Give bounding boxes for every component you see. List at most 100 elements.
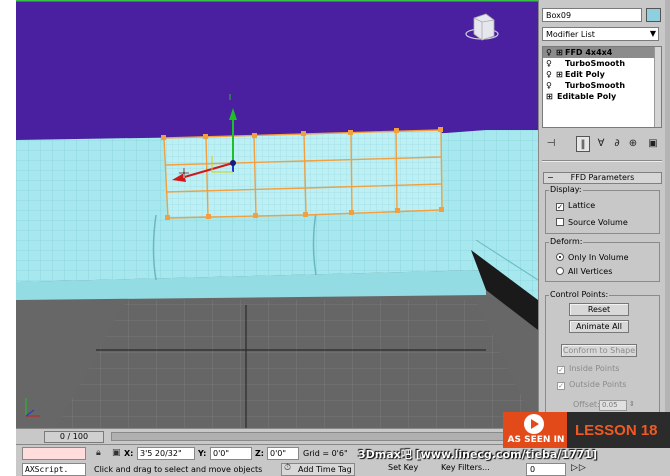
object-color-swatch[interactable] (646, 8, 661, 22)
viewport-scene[interactable] (16, 0, 538, 428)
as-seen-in-label: AS SEEN IN (507, 435, 565, 445)
expand-icon[interactable]: ⊞ (556, 47, 563, 58)
panel-scroll-gutter[interactable] (665, 0, 670, 428)
spinner-arrows-icon[interactable]: ⇕ (629, 400, 635, 408)
back-cushion-2 (304, 130, 442, 215)
divider (542, 160, 662, 162)
z-label: Z: (255, 449, 264, 458)
deform-group-title: Deform: (549, 237, 584, 246)
rollout-title: FFD Parameters (570, 173, 635, 182)
playback-controls[interactable]: ▷▷ (571, 463, 587, 473)
perspective-viewport[interactable] (16, 0, 538, 428)
set-key-button[interactable]: Set Key (388, 463, 418, 472)
remove-modifier-icon[interactable]: ∂ (610, 136, 624, 152)
expand-icon[interactable]: ⊞ (556, 69, 563, 80)
grid-size-readout: Grid = 0'6" (303, 449, 348, 458)
stack-item-label: Editable Poly (557, 92, 617, 101)
inside-points-label: Inside Points (569, 364, 620, 373)
stack-item[interactable]: ♀ TurboSmooth (543, 80, 661, 91)
stack-item[interactable]: ♀ ⊞ FFD 4x4x4 (543, 47, 661, 58)
checkbox-icon (556, 218, 564, 226)
next-frame-icon[interactable]: ▷ (579, 463, 587, 473)
outside-points-checkbox[interactable]: ✓ Outside Points (557, 379, 626, 391)
checkbox-checked-icon: ✓ (557, 382, 565, 390)
time-slider[interactable]: 0 / 100 (44, 431, 104, 443)
time-bar: 0 / 100 (16, 428, 538, 444)
lightbulb-toggle-icon[interactable]: ♀ (546, 69, 552, 80)
lattice-checkbox[interactable]: ✓ Lattice (556, 200, 595, 212)
lightbulb-toggle-icon[interactable]: ♀ (546, 47, 552, 58)
key-filters-button[interactable]: Key Filters... (441, 463, 490, 472)
floor-grid (56, 300, 536, 428)
modifier-stack[interactable]: ♀ ⊞ FFD 4x4x4 ♀ TurboSmooth ♀ ⊞ Edit Poly ♀ Turbo… (542, 46, 662, 128)
source-volume-checkbox[interactable]: Source Volume (556, 217, 628, 229)
watermark-text: 3Dmax吧 [www.linecg.com/tieba/1771] (358, 448, 597, 461)
stack-item[interactable]: ♀ TurboSmooth (543, 58, 661, 69)
collapse-icon: − (547, 173, 554, 182)
stack-item-label: TurboSmooth (565, 81, 626, 90)
stack-scrollbar[interactable] (654, 47, 661, 127)
display-group: Display: ✓ Lattice Source Volume (545, 185, 660, 234)
expand-icon[interactable]: ⊞ (546, 91, 553, 102)
make-unique-icon[interactable]: ∀ (594, 136, 608, 152)
modifier-sets-icon[interactable]: ▣ (646, 136, 660, 152)
maxscript-mini-listener[interactable]: AXScript. (22, 463, 86, 476)
z-coordinate-field[interactable]: 0'0" (267, 447, 299, 460)
modifier-list-dropdown[interactable]: Modifier List ▼ (542, 27, 659, 41)
stack-item-label: Edit Poly (565, 70, 605, 79)
source-volume-label: Source Volume (568, 218, 628, 227)
checkbox-checked-icon: ✓ (556, 203, 564, 211)
absolute-mode-icon[interactable]: ▣ (112, 448, 121, 458)
lesson-badge: AS SEEN IN LESSON 18 (503, 412, 670, 448)
stack-item-label: TurboSmooth (565, 59, 626, 68)
conform-to-shape-button[interactable]: Conform to Shape (561, 344, 637, 357)
track-bar[interactable] (111, 432, 531, 441)
y-label: Y: (198, 449, 207, 458)
inside-points-checkbox[interactable]: ✓ Inside Points (557, 363, 619, 375)
stack-item[interactable]: ♀ ⊞ Edit Poly (543, 69, 661, 80)
modifier-list-label: Modifier List (546, 30, 595, 39)
lightbulb-toggle-icon[interactable]: ♀ (546, 80, 552, 91)
add-time-tag-button[interactable]: Add Time Tag (281, 463, 355, 476)
as-seen-in-panel: AS SEEN IN (503, 412, 567, 448)
lightbulb-toggle-icon[interactable]: ♀ (546, 58, 552, 69)
lesson-number: LESSON 18 (575, 422, 658, 439)
prompt-line: Click and drag to select and move object… (94, 465, 263, 474)
play-circle-icon (524, 414, 544, 434)
object-name-field[interactable]: Box09 (542, 8, 642, 22)
play-icon[interactable]: ▷ (571, 463, 579, 473)
pin-stack-icon[interactable]: ⊣ (544, 136, 558, 152)
command-panel: Box09 Modifier List ▼ ♀ ⊞ FFD 4x4x4 ♀ TurboS… (538, 0, 665, 428)
only-in-volume-radio[interactable]: Only In Volume (556, 252, 629, 264)
time-tag-icon: ⏱︎ (284, 463, 292, 473)
chevron-down-icon: ▼ (649, 29, 656, 38)
lattice-label: Lattice (568, 201, 596, 210)
deform-group: Deform: Only In Volume All Vertices (545, 237, 660, 282)
current-frame-field[interactable]: 0 (526, 463, 566, 476)
ffd-parameters-rollout[interactable]: − FFD Parameters (543, 172, 662, 184)
only-in-volume-label: Only In Volume (568, 253, 629, 262)
control-points-group-title: Control Points: (549, 290, 610, 299)
maxscript-listener-field[interactable] (22, 447, 86, 460)
all-vertices-radio[interactable]: All Vertices (556, 266, 612, 278)
offset-label: Offset: (573, 400, 600, 409)
reset-button[interactable]: Reset (569, 303, 629, 316)
radio-selected-icon (556, 253, 564, 261)
all-vertices-label: All Vertices (568, 267, 613, 276)
stack-item[interactable]: ⊞ Editable Poly (543, 91, 661, 102)
lesson-panel: LESSON 18 (567, 412, 670, 448)
stack-item-label: FFD 4x4x4 (565, 48, 613, 57)
viewport-background (16, 0, 538, 145)
y-coordinate-field[interactable]: 0'0" (210, 447, 252, 460)
x-coordinate-field[interactable]: 3'5 20/32" (137, 447, 195, 460)
animate-all-button[interactable]: Animate All (569, 320, 629, 333)
stack-toolbar: ⊣ ‖ ∀ ∂ ⊕ ▣ (542, 136, 662, 154)
display-group-title: Display: (549, 185, 583, 194)
offset-spinner-field[interactable]: 0.05 (599, 400, 627, 411)
lock-selection-icon[interactable]: 🔒︎ (96, 448, 101, 458)
outside-points-label: Outside Points (569, 380, 627, 389)
show-end-result-icon[interactable]: ‖ (576, 136, 590, 152)
configure-modifier-sets-icon[interactable]: ⊕ (626, 136, 640, 152)
time-tag-label: Add Time Tag (298, 465, 352, 474)
x-label: X: (124, 449, 134, 458)
